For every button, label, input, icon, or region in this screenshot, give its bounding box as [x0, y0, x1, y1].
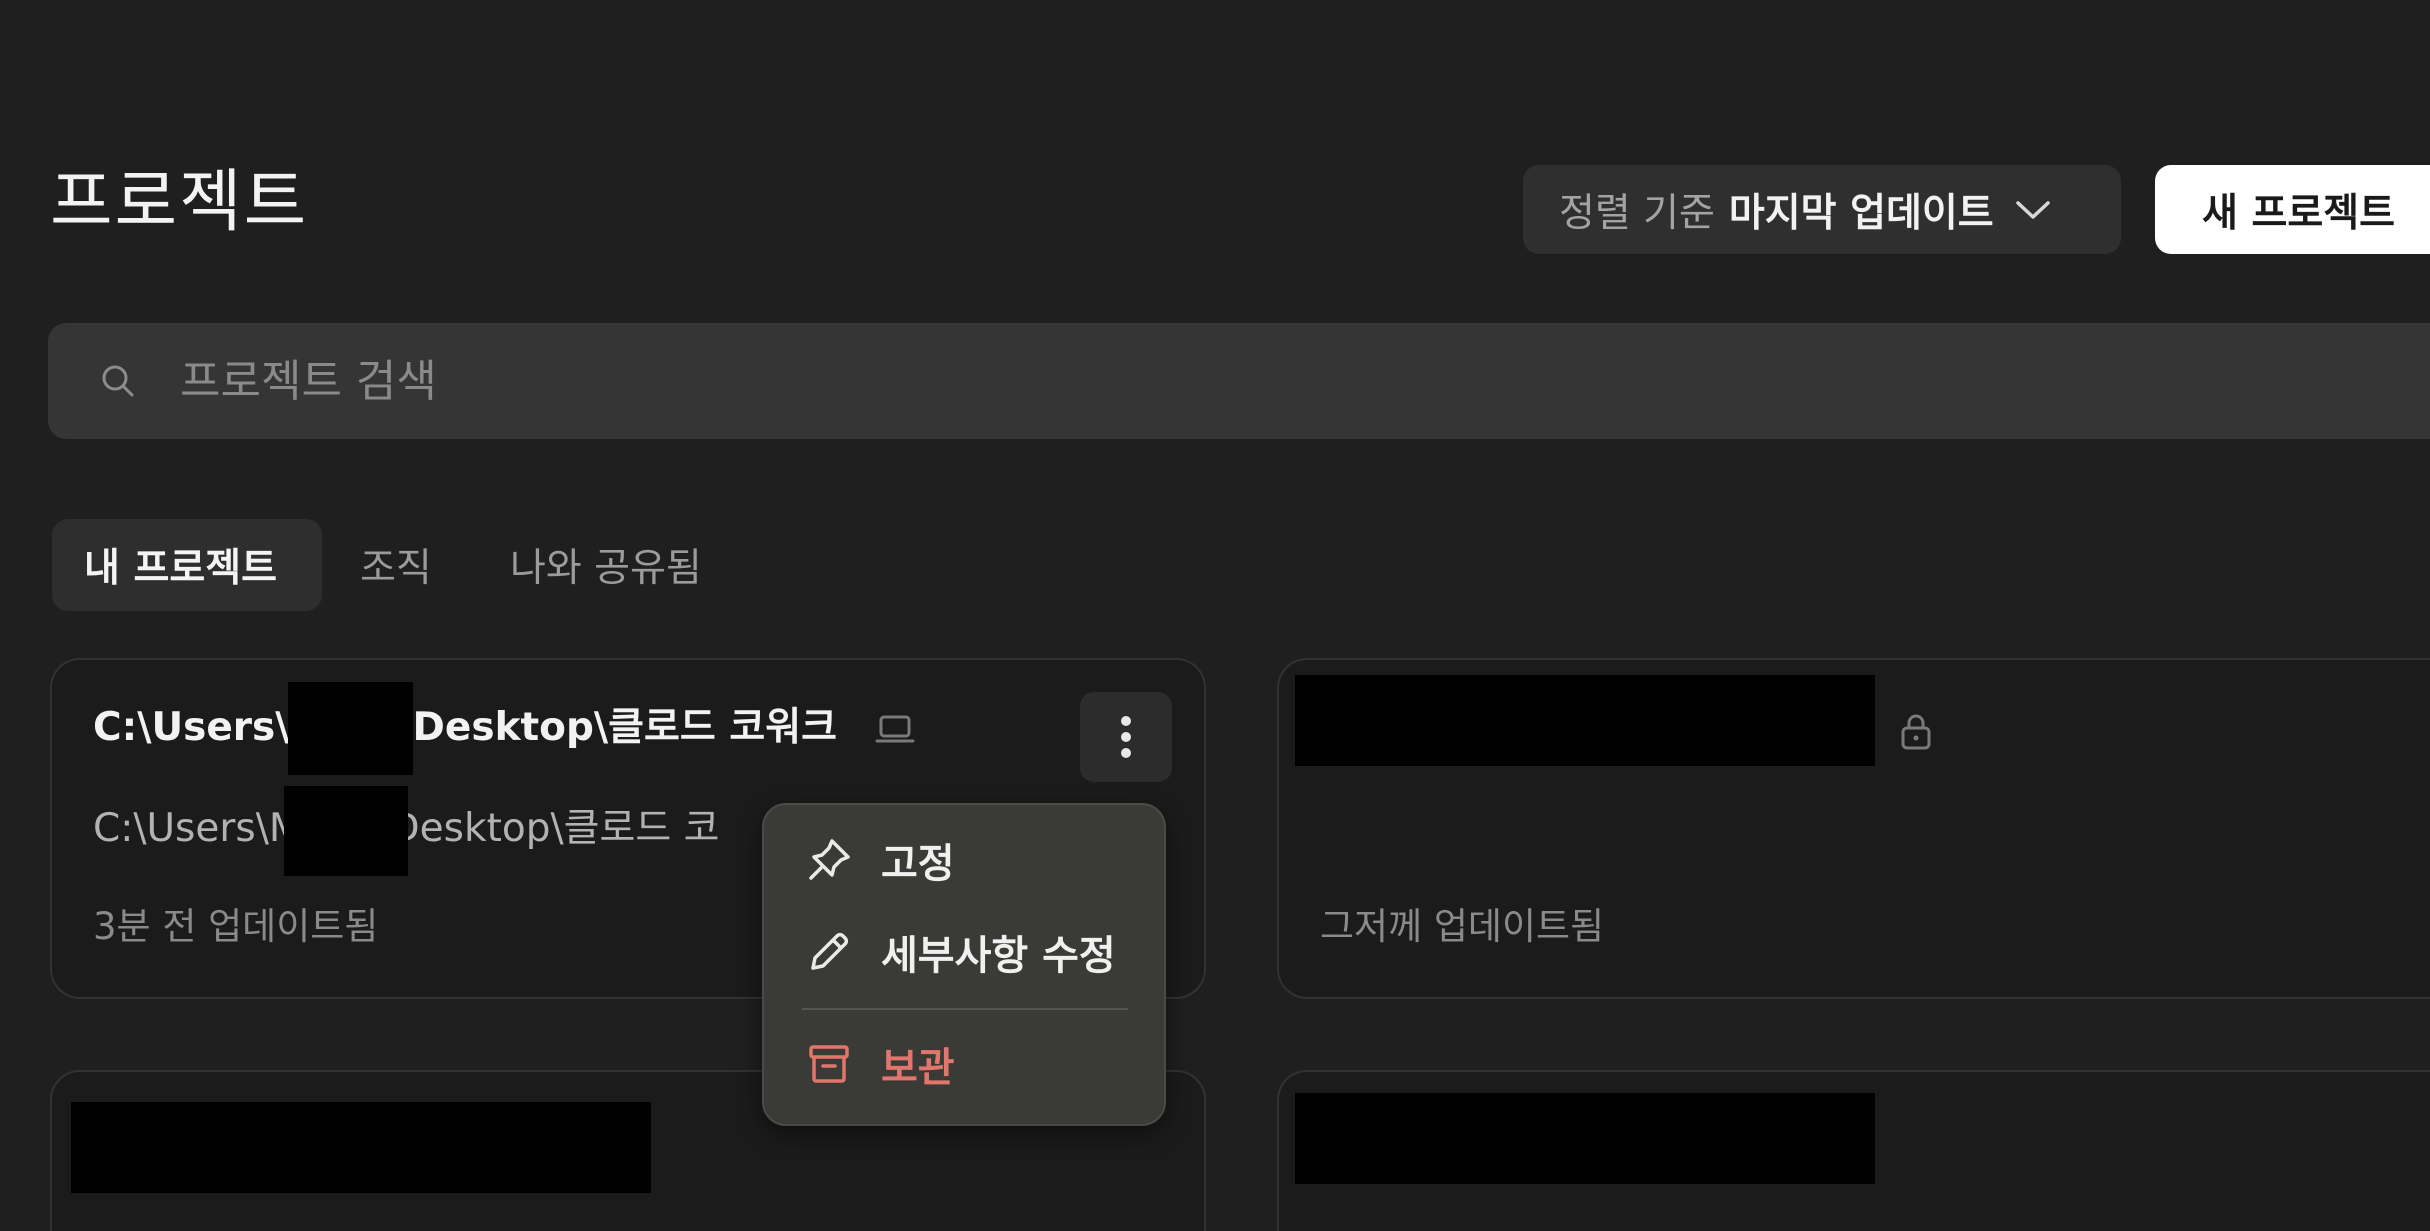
menu-item-label: 고정: [881, 841, 955, 887]
project-card-updated: 3분 전 업데이트됨: [93, 905, 379, 948]
more-options-button[interactable]: [1080, 692, 1172, 782]
sort-value-label: 마지막 업데이트: [1728, 190, 1994, 236]
path-suffix: \Desktop\클로드 코: [376, 806, 720, 851]
title-suffix: \Desktop\클로드 코워크: [398, 705, 837, 750]
menu-item-pin[interactable]: 고정: [764, 815, 1164, 905]
tab-organization[interactable]: 조직: [360, 519, 432, 611]
pencil-icon: [811, 932, 849, 970]
menu-item-label: 보관: [881, 1045, 955, 1091]
menu-item-archive[interactable]: 보관: [764, 1019, 1164, 1109]
sort-dropdown[interactable]: 정렬 기준 마지막 업데이트: [1523, 165, 2121, 254]
dot: [1121, 732, 1131, 742]
lock-icon: [1901, 714, 1931, 750]
laptop-icon: [875, 715, 915, 743]
redacted-block: [71, 1102, 651, 1193]
redacted-block: [288, 682, 413, 775]
dot: [1121, 716, 1131, 726]
new-project-button[interactable]: 새 프로젝트: [2155, 165, 2430, 254]
chevron-down-icon: [2015, 200, 2050, 219]
menu-divider: [802, 1008, 1128, 1010]
sort-prefix-label: 정렬 기준: [1559, 190, 1715, 236]
page-title: 프로젝트: [50, 163, 309, 242]
search-input[interactable]: [178, 354, 2082, 408]
redacted-block: [1295, 1093, 1875, 1184]
search-bar: [48, 323, 2430, 439]
redacted-block: [1295, 675, 1875, 766]
pin-icon: [809, 839, 850, 880]
tab-shared-with-me[interactable]: 나와 공유됨: [510, 519, 702, 611]
project-context-menu: 고정 세부사항 수정 보관: [762, 803, 1166, 1126]
redacted-block: [284, 786, 408, 876]
menu-item-edit-details[interactable]: 세부사항 수정: [764, 907, 1164, 997]
path-prefix: C:\Users\M: [93, 806, 303, 851]
dot: [1121, 748, 1131, 758]
projects-page: 프로젝트 정렬 기준 마지막 업데이트 새 프로젝트 내 프로젝트 조직 나와 …: [0, 0, 2430, 1231]
project-card-updated: 그저께 업데이트됨: [1320, 905, 1605, 948]
tab-my-projects[interactable]: 내 프로젝트: [52, 519, 322, 611]
search-icon: [102, 365, 134, 397]
menu-item-label: 세부사항 수정: [881, 933, 1116, 979]
project-card-title: C:\Users\M \Desktop\클로드 코워크: [93, 695, 837, 761]
archive-icon: [809, 1045, 849, 1083]
